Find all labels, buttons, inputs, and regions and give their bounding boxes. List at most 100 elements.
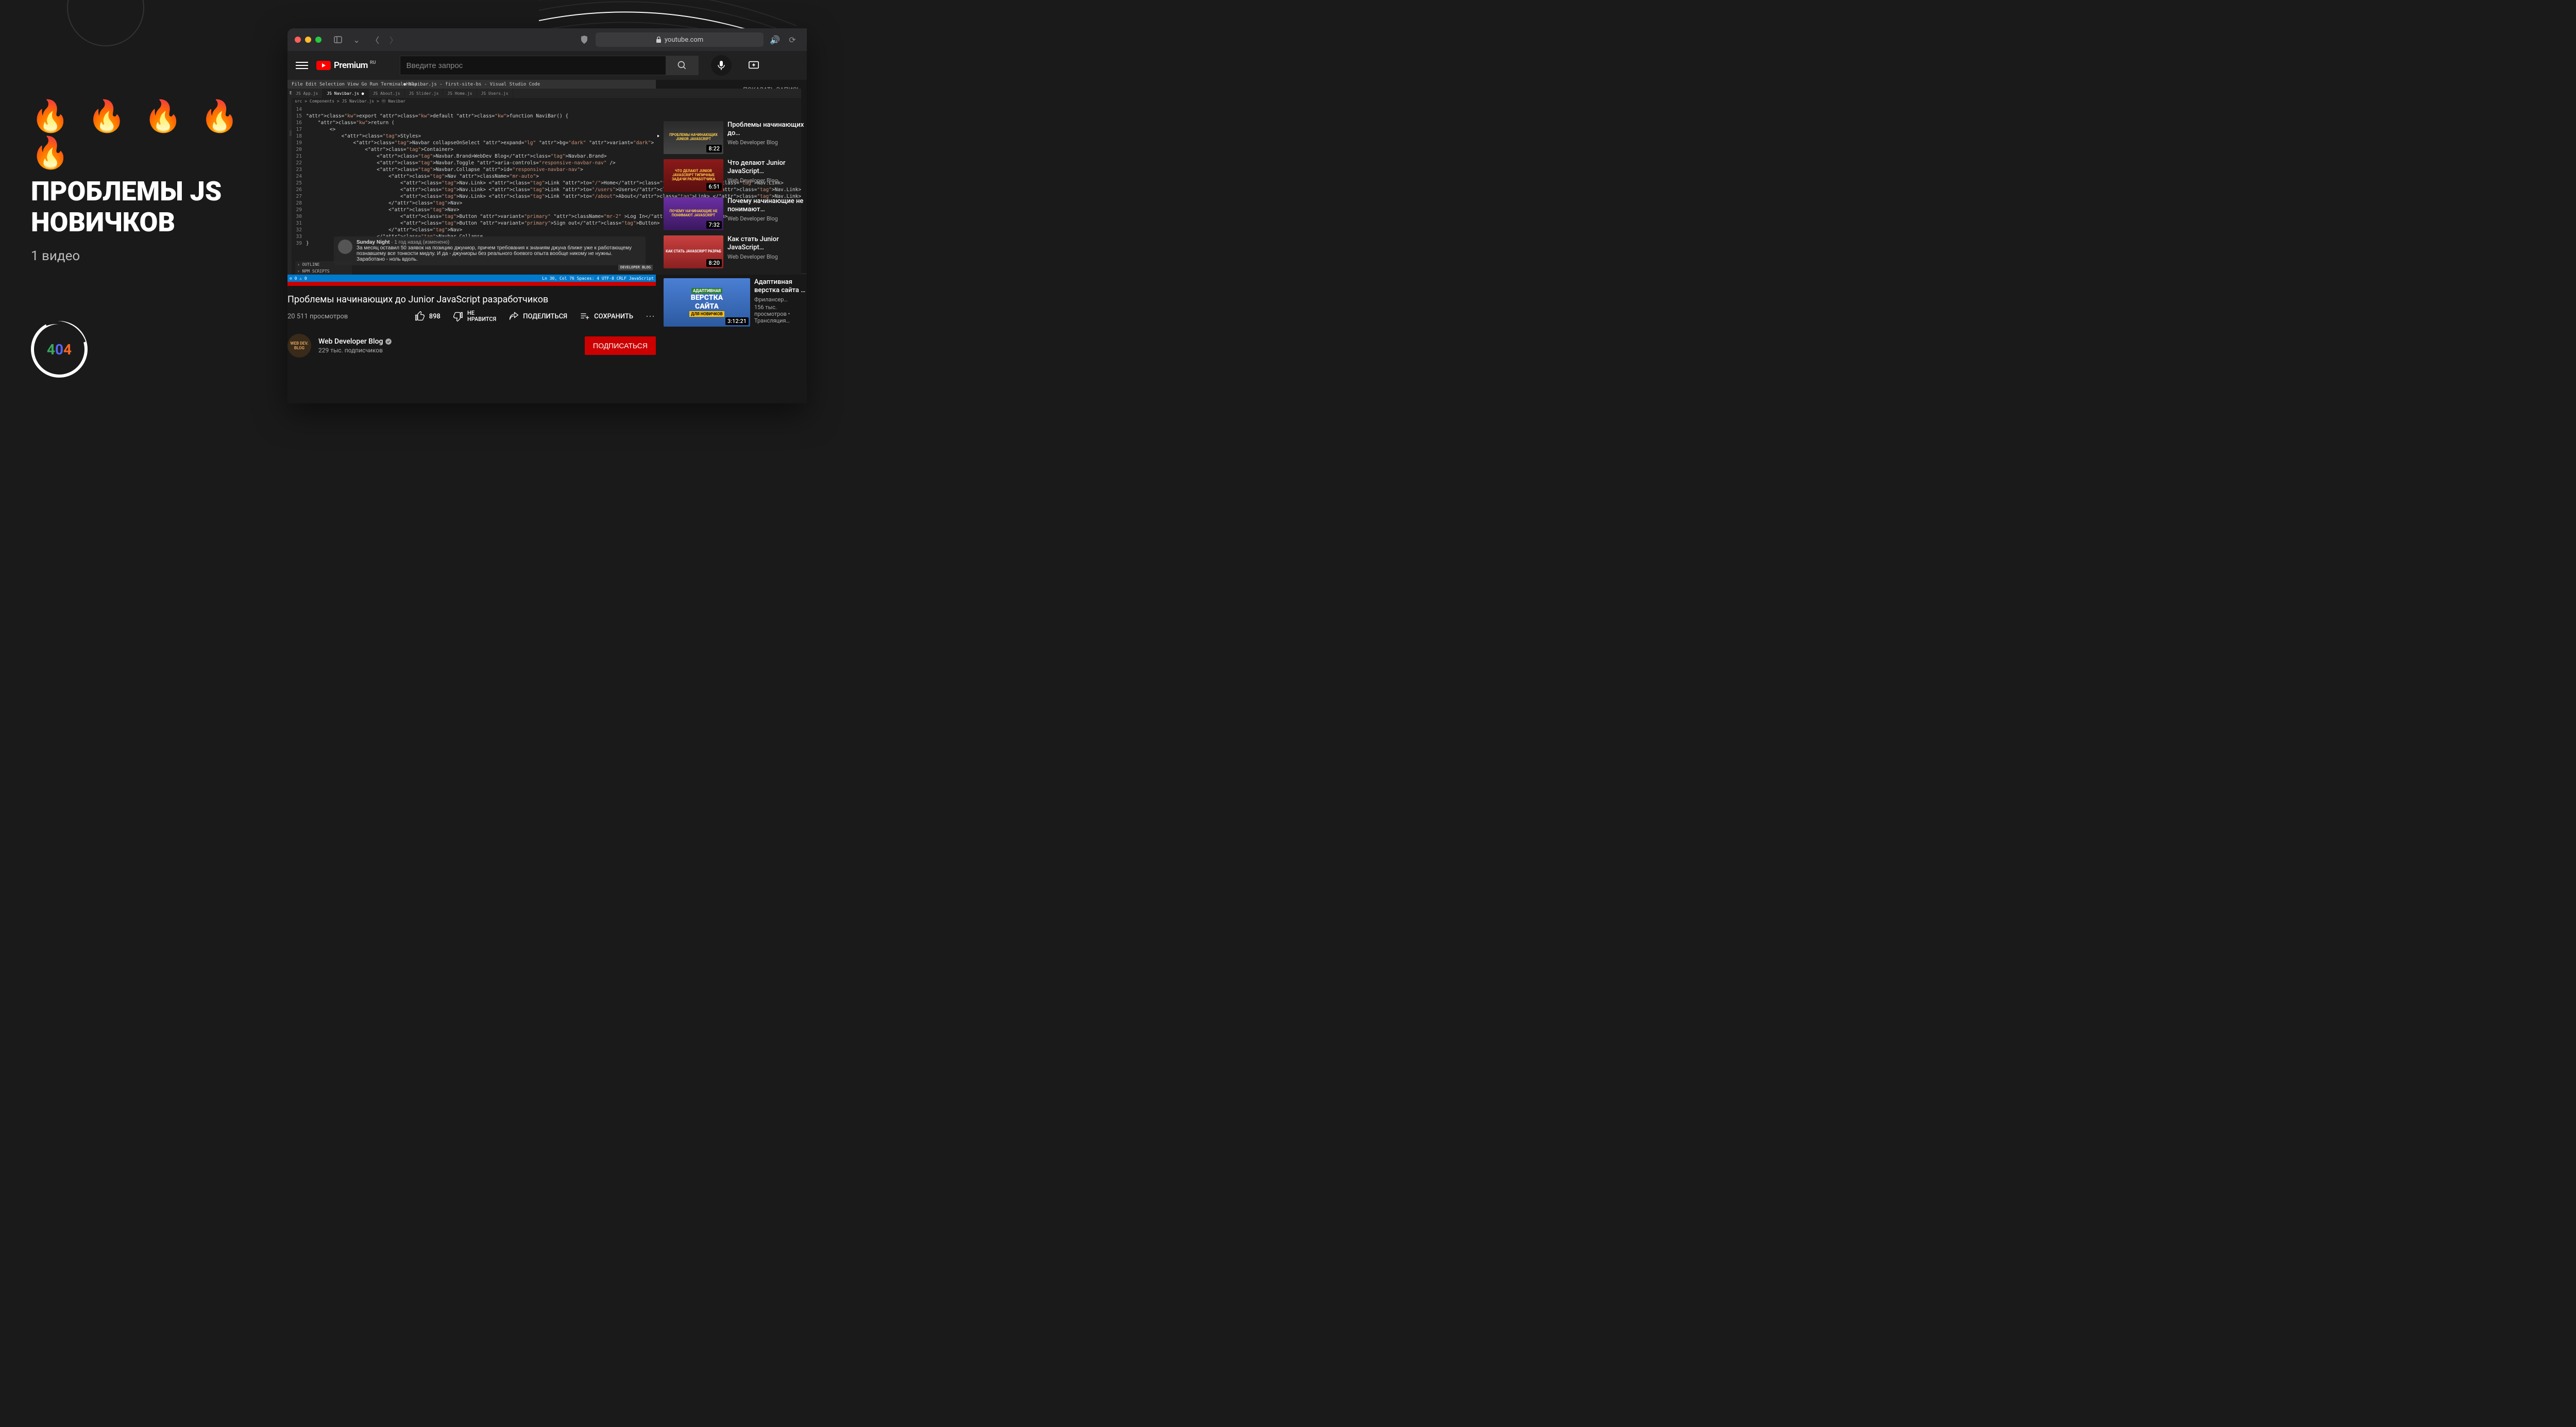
recommendation-channel: Web Developer Blog	[727, 177, 807, 184]
recommendation-title: Адаптивная верстка сайта с нуля для…	[754, 278, 807, 295]
commenter-avatar	[338, 240, 352, 254]
microphone-icon	[718, 61, 725, 70]
youtube-header: Premium RU	[287, 51, 807, 80]
recommendation-item[interactable]: ПОЧЕМУ НАЧИНАЮЩИЕ НЕ ПОНИМАЮТ JAVASCRIPT…	[664, 197, 807, 230]
editor-tab[interactable]: JS Slider.js	[405, 89, 444, 98]
back-button[interactable]: 〈	[368, 34, 382, 45]
video-title: Проблемы начинающих до Junior JavaScript…	[287, 294, 656, 305]
decorative-circle	[67, 0, 144, 46]
recommendations-sidebar: ПОКАЗАТЬ ЗАПИСЬ Микс – Web Developer Blo…	[657, 80, 807, 403]
search-input[interactable]	[400, 56, 666, 75]
close-window-button[interactable]	[295, 37, 301, 43]
recommendation-item[interactable]: ПРОБЛЕМЫ НАЧИНАЮЩИХ JUNIOR JAVASCRIPT 8:…	[664, 121, 807, 154]
more-actions-button[interactable]: ⋯	[646, 311, 656, 322]
recommendation-thumbnail: ЧТО ДЕЛАЮТ JUNIOR JAVASCRIPT ТИПИЧНЫЕ ЗА…	[664, 159, 723, 192]
thumbs-down-icon	[453, 311, 463, 321]
reload-button[interactable]: ⟳	[785, 34, 800, 45]
subscribe-button[interactable]: ПОДПИСАТЬСЯ	[585, 336, 656, 355]
dislike-button[interactable]: НЕНРАВИТСЯ	[453, 310, 496, 322]
view-count: 20 511 просмотров	[287, 313, 348, 320]
region-label: RU	[370, 60, 376, 65]
recommendation-title: Как стать Junior JavaScript…	[727, 235, 807, 252]
recommendation-thumbnail: АДАПТИВНАЯВЕРСТКАСАЙТАДЛЯ НОВИЧКОВ 3:12:…	[664, 278, 750, 327]
search-form	[400, 56, 699, 75]
create-icon	[748, 59, 759, 71]
recommendation-title: Что делают Junior JavaScript…	[727, 159, 807, 176]
recommendation-channel: Фрилансер…	[754, 296, 807, 303]
fire-emojis: 🔥 🔥 🔥 🔥 🔥	[31, 98, 263, 171]
logo-404: 404	[31, 321, 88, 378]
video-watermark: DEVELOPER BLOG	[618, 265, 653, 270]
duration-badge: 8:22	[706, 145, 722, 152]
recommendation-item[interactable]: КАК СТАТЬ JAVASCRIPT РАЗРАБ 8:20 Как ста…	[664, 235, 807, 268]
safari-window: ⌄ 〈 〉 youtube.com 🔊 ⟳ Premium RU	[287, 28, 807, 403]
video-progress-bar[interactable]	[287, 282, 656, 286]
playlist-add-icon	[580, 311, 590, 321]
create-button[interactable]	[748, 59, 760, 72]
duration-badge: 6:51	[706, 183, 722, 191]
now-playing-indicator	[657, 133, 659, 139]
hamburger-menu-button[interactable]	[296, 59, 308, 72]
share-icon	[509, 311, 519, 321]
recommendation-thumbnail: КАК СТАТЬ JAVASCRIPT РАЗРАБ 8:20	[664, 235, 723, 268]
forward-button[interactable]: 〉	[386, 34, 401, 45]
hero-subtitle: 1 видео	[31, 248, 263, 264]
url-text: youtube.com	[665, 36, 703, 44]
channel-name[interactable]: Web Developer Blog	[318, 337, 392, 346]
chevron-down-icon[interactable]: ⌄	[349, 34, 364, 45]
search-icon	[677, 60, 687, 71]
sidebar-toggle-button[interactable]	[331, 34, 345, 45]
youtube-body: File Edit Selection View Go Run Terminal…	[287, 80, 807, 403]
premium-label: Premium	[334, 60, 368, 71]
volume-icon[interactable]: 🔊	[768, 34, 782, 45]
minimize-window-button[interactable]	[305, 37, 311, 43]
youtube-logo[interactable]: Premium RU	[316, 60, 376, 71]
recommendation-meta: 156 тыс. просмотров • Трансляция…	[754, 304, 807, 324]
traffic-lights	[295, 37, 321, 43]
recommendation-channel: Web Developer Blog	[727, 215, 807, 222]
url-bar[interactable]: youtube.com	[596, 32, 764, 47]
channel-row: WEB DEV. BLOG Web Developer Blog 229 тыс…	[287, 334, 656, 358]
editor-tab[interactable]: JS About.js	[369, 89, 405, 98]
recommendation-item[interactable]: ЧТО ДЕЛАЮТ JUNIOR JAVASCRIPT ТИПИЧНЫЕ ЗА…	[664, 159, 807, 192]
save-button[interactable]: СОХРАНИТЬ	[580, 311, 633, 321]
recommendation-item[interactable]: АДАПТИВНАЯВЕРСТКАСАЙТАДЛЯ НОВИЧКОВ 3:12:…	[664, 278, 807, 327]
video-player[interactable]: File Edit Selection View Go Run Terminal…	[287, 80, 656, 286]
recommendation-title: Почему начинающие не понимают…	[727, 197, 807, 214]
recommendation-thumbnail: ПРОБЛЕМЫ НАЧИНАЮЩИХ JUNIOR JAVASCRIPT 8:…	[664, 121, 723, 154]
editor-tab[interactable]: JS App.js	[292, 89, 323, 98]
editor-tab[interactable]: JS Users.js	[477, 89, 513, 98]
duration-badge: 8:20	[706, 259, 722, 267]
editor-tab[interactable]: JS Navibar.js ●	[323, 89, 368, 98]
maximize-window-button[interactable]	[315, 37, 321, 43]
like-button[interactable]: 898	[415, 311, 440, 321]
duration-badge: 3:12:21	[725, 317, 749, 325]
recommendation-channel: Web Developer Blog	[727, 139, 807, 146]
channel-avatar[interactable]: WEB DEV. BLOG	[287, 334, 311, 358]
thumbs-up-icon	[415, 311, 425, 321]
recommendation-thumbnail: ПОЧЕМУ НАЧИНАЮЩИЕ НЕ ПОНИМАЮТ JAVASCRIPT…	[664, 197, 723, 230]
recommendation-channel: Web Developer Blog	[727, 253, 807, 260]
share-button[interactable]: ПОДЕЛИТЬСЯ	[509, 311, 567, 321]
vscode-statusbar: ⊘ 0 ⚠ 0 Ln 30, Col 76 Spaces: 4 UTF-8 CR…	[287, 275, 656, 282]
vscode-breadcrumb: src > Components > JS Navibar.js > ⓜ Nav…	[292, 98, 801, 105]
youtube-play-icon	[316, 61, 331, 70]
lock-icon	[656, 37, 662, 43]
hero-title: ПРОБЛЕМЫ JSНОВИЧКОВ	[31, 176, 263, 238]
verified-icon	[385, 338, 392, 345]
shield-icon[interactable]	[577, 34, 591, 45]
duration-badge: 7:32	[706, 221, 722, 229]
voice-search-button[interactable]	[711, 55, 732, 76]
subscriber-count: 229 тыс. подписчиков	[318, 347, 392, 354]
vscode-tabs: JS App.jsJS Navibar.js ●JS About.jsJS Sl…	[292, 89, 801, 98]
video-meta: Проблемы начинающих до Junior JavaScript…	[287, 286, 656, 358]
editor-tab[interactable]: JS Home.js	[443, 89, 477, 98]
main-column: File Edit Selection View Go Run Terminal…	[287, 80, 657, 403]
recommendation-title: Проблемы начинающих до…	[727, 121, 807, 138]
hero-text: 🔥 🔥 🔥 🔥 🔥 ПРОБЛЕМЫ JSНОВИЧКОВ 1 видео	[31, 98, 263, 264]
video-overlay-comment: Sunday Night · 1 год назад (изменено) За…	[334, 236, 646, 265]
vscode-window-title: ● Navibar.js - first-site-bs - Visual St…	[403, 82, 540, 87]
search-button[interactable]	[666, 56, 699, 75]
vscode-titlebar: File Edit Selection View Go Run Terminal…	[287, 80, 656, 89]
vscode-explorer: EXPLORER › OPEN EDITORS 1 UNSAVED ⌄ FIRS…	[287, 89, 292, 275]
